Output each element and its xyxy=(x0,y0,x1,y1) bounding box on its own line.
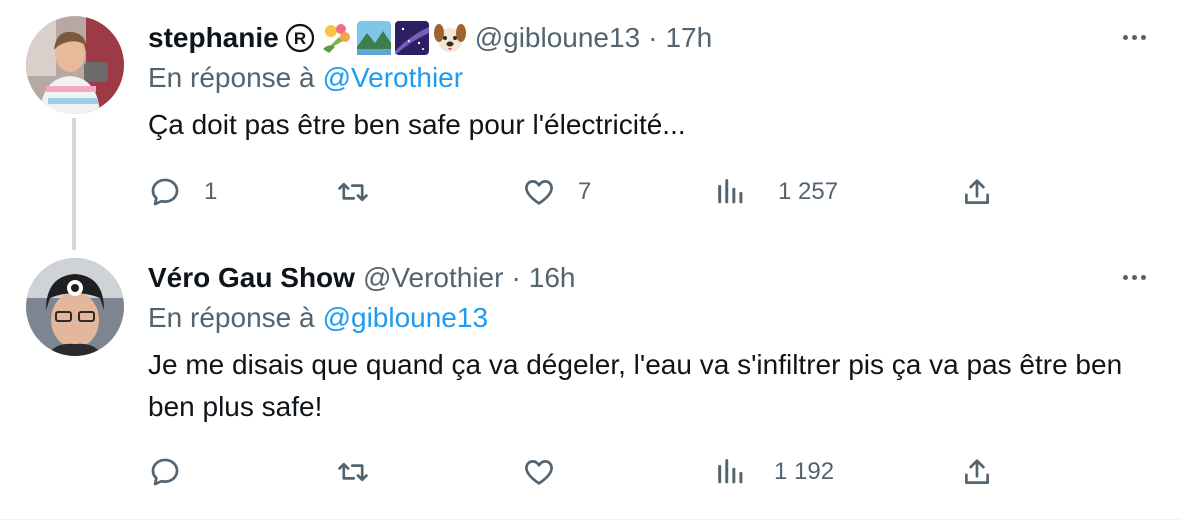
reply-icon xyxy=(151,178,179,206)
more-options-icon[interactable] xyxy=(1114,262,1154,292)
display-name[interactable]: Véro Gau Show xyxy=(148,262,355,294)
reply-icon xyxy=(151,458,179,486)
share-button[interactable] xyxy=(960,168,994,216)
reply-count: 1 xyxy=(204,178,218,205)
reply-button[interactable]: 1 xyxy=(148,168,217,216)
action-bar: 1 192 xyxy=(148,448,1008,496)
separator-dot: · xyxy=(511,262,521,293)
handle[interactable]: @gibloune13 xyxy=(475,22,640,54)
reply-to-link[interactable]: @gibloune13 xyxy=(323,302,488,333)
views-count: 1 257 xyxy=(778,178,839,205)
avatar[interactable] xyxy=(26,16,124,114)
views-button[interactable]: 1 257 xyxy=(714,168,838,216)
retweet-icon xyxy=(338,182,368,202)
like-count: 7 xyxy=(578,178,592,205)
reply-label: En réponse à xyxy=(148,62,315,93)
thread-line xyxy=(72,118,76,250)
display-name[interactable]: stephanie xyxy=(148,22,279,54)
landscape-emoji xyxy=(356,21,391,55)
registered-icon: R xyxy=(285,23,315,53)
tweet-text: Ça doit pas être ben safe pour l'électri… xyxy=(148,109,686,140)
views-chart-icon xyxy=(718,459,743,484)
tweet-header: stephanie R @gibloune13 · 17h xyxy=(148,18,712,58)
share-icon xyxy=(965,179,989,204)
timestamp[interactable]: 16h xyxy=(529,262,576,294)
handle[interactable]: @Verothier xyxy=(363,262,504,294)
reply-button[interactable] xyxy=(148,448,204,496)
milky-way-emoji xyxy=(394,21,429,55)
tweet-text: Je me disais que quand ça va dégeler, l'… xyxy=(148,349,1123,422)
heart-icon xyxy=(525,180,553,205)
svg-text:R: R xyxy=(294,29,306,48)
tweet[interactable]: stephanie R @gibloune13 · 17h En réponse… xyxy=(0,0,1180,258)
like-button[interactable] xyxy=(522,448,578,496)
action-bar: 1 7 1 257 xyxy=(148,168,1008,216)
retweet-button[interactable] xyxy=(336,448,392,496)
views-count: 1 192 xyxy=(774,458,835,485)
retweet-icon xyxy=(338,462,368,482)
reply-to-link[interactable]: @Verothier xyxy=(323,62,464,93)
timestamp[interactable]: 17h xyxy=(665,22,712,54)
more-options-icon[interactable] xyxy=(1114,22,1154,52)
share-icon xyxy=(965,459,989,484)
views-button[interactable]: 1 192 xyxy=(714,448,834,496)
separator-dot: · xyxy=(648,22,658,53)
heart-icon xyxy=(525,460,553,485)
tweet[interactable]: Véro Gau Show @Verothier · 16h En répons… xyxy=(0,258,1180,520)
bouquet-emoji xyxy=(319,21,353,55)
retweet-button[interactable] xyxy=(336,168,392,216)
tweet-header: Véro Gau Show @Verothier · 16h xyxy=(148,258,575,298)
reply-context: En réponse à @gibloune13 xyxy=(148,302,488,334)
like-button[interactable]: 7 xyxy=(522,168,591,216)
dog-face-emoji xyxy=(433,21,467,55)
reply-label: En réponse à xyxy=(148,302,315,333)
reply-context: En réponse à @Verothier xyxy=(148,62,463,94)
avatar[interactable] xyxy=(26,258,124,356)
views-chart-icon xyxy=(718,179,743,204)
share-button[interactable] xyxy=(960,448,994,496)
